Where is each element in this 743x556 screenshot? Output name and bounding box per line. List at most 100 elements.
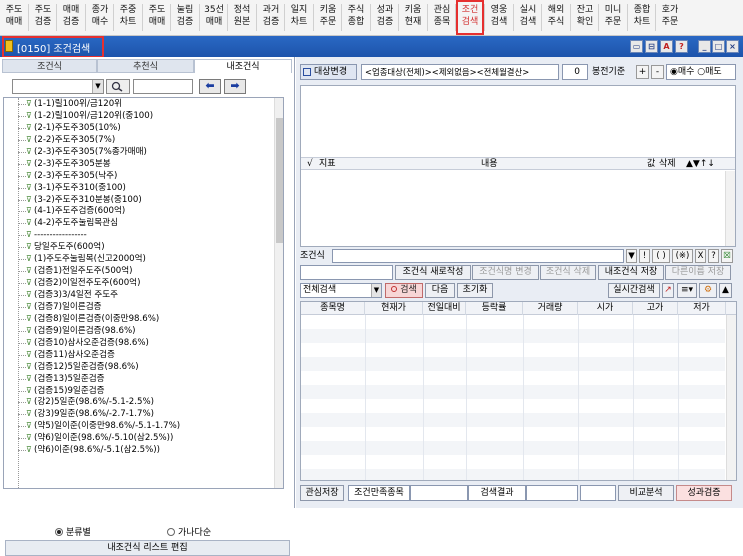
export-icon[interactable]: ↗ [662,283,674,298]
tab-recommended[interactable]: 추천식 [97,59,194,73]
compare-analysis-button[interactable]: 비교분석 [618,485,674,501]
toolbar-button[interactable]: 과거 검증 [257,0,285,35]
tree-item[interactable]: ⊽ (약6)이준(98.6%/-5.1(삼2.5%)) [4,444,274,456]
radio-alphabetical[interactable]: 가나다순 [167,525,211,538]
search-scope-select[interactable]: 전체검색 ▼ [300,283,382,298]
link-icon[interactable]: ▭ [630,40,643,53]
toolbar-button[interactable]: 조건 검색 [456,0,484,35]
formula-dropdown-button[interactable]: ▼ [626,249,637,263]
minimize-button[interactable]: _ [698,40,711,53]
tree-item[interactable]: ⊽ (4-1)주도주검증(600억) [4,205,274,217]
tree-item[interactable]: ⊽ (2-3)주도주305(7%종가매매) [4,146,274,158]
rename-condition-button[interactable]: 조건식명 변경 [472,265,539,280]
category-select[interactable]: ▼ [12,79,104,94]
tree-item[interactable]: ⊽ (검증1)전일주도주(500억) [4,265,274,277]
toolbar-button[interactable]: 35선 매매 [200,0,228,35]
tab-my-conditions[interactable]: 내조건식 [194,59,292,73]
toolbar-button[interactable]: 주도 매매 [143,0,171,35]
arrow-right-button[interactable]: ➡ [224,79,246,94]
delete-condition-button[interactable]: 조건식 삭제 [540,265,596,280]
close-button[interactable]: × [726,40,739,53]
toolbar-button[interactable]: 키움 현재 [399,0,427,35]
change-target-button[interactable]: 대상변경 [300,64,357,80]
tree-item[interactable]: ⊽ (검증10)삼사오준검증(98.6%) [4,337,274,349]
scroll-thumb[interactable] [276,118,283,243]
save-as-button[interactable]: 다른이름 저장 [665,265,731,280]
paren-button[interactable]: ( ) [652,249,670,263]
tree-item[interactable]: ⊽ (검증8)일이른검증(이중만98.6%) [4,313,274,325]
toolbar-button[interactable]: 실시 검색 [514,0,542,35]
toolbar-button[interactable]: 키움 주문 [314,0,342,35]
toolbar-button[interactable]: 주도 검증 [29,0,57,35]
tree-item[interactable]: ⊽ (검증13)5일준검증 [4,373,274,385]
tree-item[interactable]: ⊽ (1-1)릴100위/금120위 [4,98,274,110]
tree-item[interactable]: ⊽ (2-3)주도주305분봉 [4,158,274,170]
tree-item[interactable]: ⊽ (3-2)주도주310분봉(중100) [4,194,274,206]
toolbar-button[interactable]: 정석 원본 [228,0,256,35]
tree-item[interactable]: ⊽ (강2)5일준(98.6%/-5.1-2.5%) [4,396,274,408]
toolbar-button[interactable]: 눌림 검증 [171,0,199,35]
tree-item[interactable]: ⊽ (1)주도주눌림목(신고2000억) [4,253,274,265]
realtime-search-button[interactable]: 실시간검색 [608,283,660,298]
next-button[interactable]: 다음 [425,283,455,298]
search-button[interactable]: 검색 [385,283,423,298]
tree-scrollbar[interactable] [274,98,283,488]
results-scrollbar[interactable] [726,315,736,480]
tree-item[interactable]: ⊽ (4-2)주도주눌림목관심 [4,217,274,229]
toolbar-button[interactable]: 종가 매수 [86,0,114,35]
tree-item[interactable]: ⊽ (강3)9일준(98.6%/-2.7-1.7%) [4,408,274,420]
tree-search-input[interactable] [133,79,193,94]
radio-buy[interactable]: ◉매수 [670,67,694,77]
condition-formula-input[interactable] [332,249,624,263]
not-button[interactable]: ! [639,249,650,263]
tree-item[interactable]: ⊽ (1-2)릴100위/금120위(중100) [4,110,274,122]
toolbar-button[interactable]: 미니 주문 [599,0,627,35]
tree-item[interactable]: ⊽ (검증9)일이른검증(98.6%) [4,325,274,337]
toolbar-button[interactable]: 주도 매매 [0,0,28,35]
tree-item[interactable]: ⊽ (검증7)일이른검증 [4,301,274,313]
collapse-icon[interactable]: ▲ [719,283,732,298]
toolbar-button[interactable]: 주식 종합 [342,0,370,35]
radio-sell[interactable]: ○매도 [697,67,721,77]
condition-scrollbar[interactable] [725,171,735,246]
tree-item[interactable]: ⊽ (검증3)3/4일전 주도주 [4,289,274,301]
toolbar-button[interactable]: 매매 검증 [57,0,85,35]
toolbar-button[interactable]: 일지 차트 [285,0,313,35]
chevron-down-icon[interactable]: ▼ [92,80,103,93]
tree-item[interactable]: ⊽ ----------------- [4,229,274,241]
new-condition-button[interactable]: 조건식 새로작성 [395,265,471,280]
help-button[interactable]: ? [708,249,719,263]
toolbar-button[interactable]: 호가 주문 [656,0,684,35]
tree-item[interactable]: ⊽ (검증11)삼사오준검증 [4,349,274,361]
reset-button[interactable]: 초기화 [457,283,493,298]
tree-item[interactable]: ⊽ (검증2)이일전주도주(600억) [4,277,274,289]
minus-button[interactable]: - [651,65,664,79]
tree-item[interactable]: ⊽ (3-1)주도주310(중100) [4,182,274,194]
excel-icon[interactable]: ☒ [721,249,733,263]
clear-button[interactable]: X [695,249,706,263]
edit-list-button[interactable]: 내조건식 리스트 편집 [5,540,290,556]
toolbar-button[interactable]: 관심 종목 [428,0,456,35]
candle-offset-stepper[interactable]: 0 [562,64,588,80]
tree-item[interactable]: ⊽ (검증15)9일준검증 [4,385,274,397]
tree-item[interactable]: ⊽ (약5)일이준(이중만98.6%/-5.1-1.7%) [4,420,274,432]
toolbar-button[interactable]: 해외 주식 [542,0,570,35]
help-icon[interactable]: ? [675,40,688,53]
settings-dropdown-icon[interactable]: ≡▾ [677,283,697,298]
tree-item[interactable]: ⊽ (2-1)주도주305(10%) [4,122,274,134]
plus-button[interactable]: + [636,65,649,79]
toolbar-button[interactable]: 종합 차트 [628,0,656,35]
tree-item[interactable]: ⊽ (검증12)5일준검증(98.6%) [4,361,274,373]
toolbar-button[interactable]: 주중 차트 [114,0,142,35]
radio-by-category[interactable]: 분류별 [55,525,91,538]
toolbar-button[interactable]: 성과 검증 [371,0,399,35]
maximize-button[interactable]: □ [712,40,725,53]
search-icon[interactable] [106,79,130,94]
tab-condition[interactable]: 조건식 [2,59,97,73]
pin-icon[interactable]: ⊟ [645,40,658,53]
tree-item[interactable]: ⊽ 당일주도주(600억) [4,241,274,253]
chevron-down-icon[interactable]: ▼ [371,284,381,297]
save-condition-button[interactable]: 내조건식 저장 [598,265,664,280]
arrow-left-button[interactable]: ⬅ [199,79,221,94]
save-interest-button[interactable]: 관심저장 [300,485,344,501]
